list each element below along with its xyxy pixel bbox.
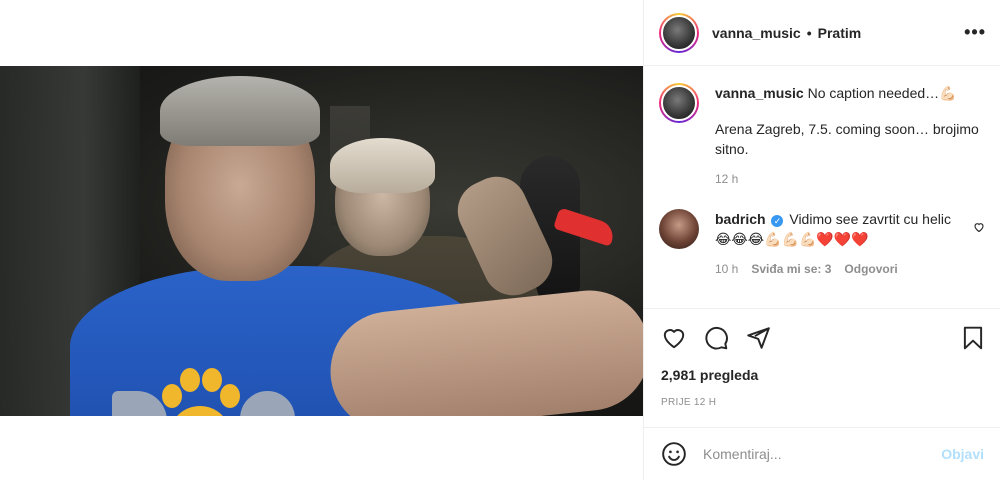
more-options-icon[interactable]: ••• <box>964 22 986 43</box>
commenter-username[interactable]: badrich <box>715 211 766 227</box>
save-bookmark-icon[interactable] <box>960 325 986 351</box>
comment-time[interactable]: 10 h <box>715 259 738 279</box>
author-username[interactable]: vanna_music <box>712 25 801 41</box>
post-side-panel: vanna_music • Pratim ••• vanna_music No … <box>643 0 1000 480</box>
reply-button[interactable]: Odgovori <box>844 259 897 279</box>
comments-list[interactable]: vanna_music No caption needed…💪🏻 Arena Z… <box>644 67 1000 307</box>
comment-input[interactable] <box>703 446 942 462</box>
comment-composer: Objavi <box>644 427 1000 480</box>
view-count[interactable]: 2,981 pregleda <box>661 367 986 383</box>
caption-username[interactable]: vanna_music <box>715 85 804 101</box>
post-comment-button[interactable]: Objavi <box>941 446 984 462</box>
woman-hair <box>330 138 435 193</box>
shirt-paw-logo <box>160 366 240 416</box>
separator-dot: • <box>806 24 812 41</box>
verified-badge-icon: ✓ <box>771 215 784 227</box>
caption-avatar[interactable] <box>659 83 699 123</box>
comment-like-heart-icon[interactable] <box>973 221 985 233</box>
comment-item: badrich ✓ Vidimo see zavrtit cu helic😂😂😂… <box>659 209 985 279</box>
post-header: vanna_music • Pratim ••• <box>644 0 1000 66</box>
caption-time[interactable]: 12 h <box>715 169 738 189</box>
caption-text-line1: No caption needed…💪🏻 <box>807 85 957 101</box>
commenter-avatar[interactable] <box>659 209 699 249</box>
post-video[interactable] <box>0 66 643 416</box>
author-avatar[interactable] <box>659 12 699 53</box>
following-button[interactable]: Pratim <box>818 25 862 41</box>
media-pane <box>0 0 643 480</box>
actions-bar: 2,981 pregleda PRIJE 12 H <box>644 308 1000 408</box>
man-hair <box>160 76 320 146</box>
caption: vanna_music No caption needed…💪🏻 Arena Z… <box>659 83 985 189</box>
comment-bubble-icon[interactable] <box>703 325 729 351</box>
emoji-smiley-icon[interactable] <box>661 441 687 467</box>
like-heart-icon[interactable] <box>661 325 687 351</box>
comment-likes[interactable]: Sviđa mi se: 3 <box>751 259 831 279</box>
share-plane-icon[interactable] <box>745 325 771 351</box>
caption-text-line2: Arena Zagreb, 7.5. coming soon… brojimo … <box>715 121 979 157</box>
post-time-ago[interactable]: PRIJE 12 H <box>661 397 986 408</box>
